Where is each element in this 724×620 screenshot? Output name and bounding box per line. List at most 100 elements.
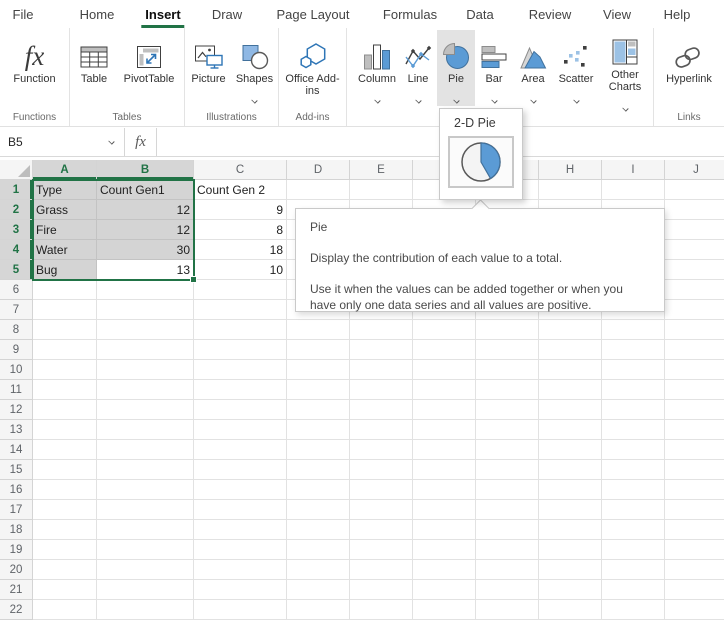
cell-B21[interactable] <box>97 580 194 600</box>
cell-F8[interactable] <box>413 320 476 340</box>
cell-C18[interactable] <box>194 520 287 540</box>
cell-G17[interactable] <box>476 500 539 520</box>
cell-C9[interactable] <box>194 340 287 360</box>
cell-C2[interactable]: 9 <box>194 200 287 220</box>
cell-A4[interactable]: Water <box>33 240 97 260</box>
cell-F16[interactable] <box>413 480 476 500</box>
cell-D9[interactable] <box>287 340 350 360</box>
cell-C19[interactable] <box>194 540 287 560</box>
row-header-18[interactable]: 18 <box>0 520 33 540</box>
row-header-8[interactable]: 8 <box>0 320 33 340</box>
cell-E9[interactable] <box>350 340 413 360</box>
cell-I10[interactable] <box>602 360 665 380</box>
cell-I12[interactable] <box>602 400 665 420</box>
cell-B13[interactable] <box>97 420 194 440</box>
cell-B3[interactable]: 12 <box>97 220 194 240</box>
column-header-C[interactable]: C <box>194 160 287 180</box>
cell-C3[interactable]: 8 <box>194 220 287 240</box>
cell-J13[interactable] <box>665 420 724 440</box>
cell-D19[interactable] <box>287 540 350 560</box>
row-header-11[interactable]: 11 <box>0 380 33 400</box>
cell-D21[interactable] <box>287 580 350 600</box>
cell-C20[interactable] <box>194 560 287 580</box>
column-header-E[interactable]: E <box>350 160 413 180</box>
cell-H9[interactable] <box>539 340 602 360</box>
cell-I18[interactable] <box>602 520 665 540</box>
row-header-6[interactable]: 6 <box>0 280 33 300</box>
cell-E10[interactable] <box>350 360 413 380</box>
cell-E11[interactable] <box>350 380 413 400</box>
cell-G15[interactable] <box>476 460 539 480</box>
2d-pie-option-button[interactable] <box>448 136 514 188</box>
function-button[interactable]: fx Function <box>3 30 67 106</box>
cell-E12[interactable] <box>350 400 413 420</box>
cell-C10[interactable] <box>194 360 287 380</box>
row-header-3[interactable]: 3 <box>0 220 33 240</box>
cell-E18[interactable] <box>350 520 413 540</box>
row-header-17[interactable]: 17 <box>0 500 33 520</box>
cell-E22[interactable] <box>350 600 413 620</box>
cell-D14[interactable] <box>287 440 350 460</box>
cell-G19[interactable] <box>476 540 539 560</box>
cell-F10[interactable] <box>413 360 476 380</box>
cell-J6[interactable] <box>665 280 724 300</box>
menu-tab-page-layout[interactable]: Page Layout <box>276 7 349 22</box>
cell-A9[interactable] <box>33 340 97 360</box>
cell-A11[interactable] <box>33 380 97 400</box>
cell-C16[interactable] <box>194 480 287 500</box>
column-header-D[interactable]: D <box>287 160 350 180</box>
column-header-A[interactable]: A <box>33 160 97 180</box>
cell-E14[interactable] <box>350 440 413 460</box>
cell-C5[interactable]: 10 <box>194 260 287 280</box>
cell-E21[interactable] <box>350 580 413 600</box>
row-header-20[interactable]: 20 <box>0 560 33 580</box>
cell-E19[interactable] <box>350 540 413 560</box>
cell-I8[interactable] <box>602 320 665 340</box>
row-header-15[interactable]: 15 <box>0 460 33 480</box>
cell-I16[interactable] <box>602 480 665 500</box>
menu-tab-data[interactable]: Data <box>466 7 493 22</box>
area-chart-button[interactable]: Area <box>513 30 553 106</box>
cell-B4[interactable]: 30 <box>97 240 194 260</box>
cell-I11[interactable] <box>602 380 665 400</box>
cell-F11[interactable] <box>413 380 476 400</box>
cell-A20[interactable] <box>33 560 97 580</box>
cell-C8[interactable] <box>194 320 287 340</box>
menu-tab-view[interactable]: View <box>603 7 631 22</box>
cell-I15[interactable] <box>602 460 665 480</box>
cell-H11[interactable] <box>539 380 602 400</box>
cell-A3[interactable]: Fire <box>33 220 97 240</box>
row-header-22[interactable]: 22 <box>0 600 33 620</box>
cell-J3[interactable] <box>665 220 724 240</box>
cell-A8[interactable] <box>33 320 97 340</box>
cell-B6[interactable] <box>97 280 194 300</box>
cell-C14[interactable] <box>194 440 287 460</box>
cell-J12[interactable] <box>665 400 724 420</box>
cell-C4[interactable]: 18 <box>194 240 287 260</box>
cell-E17[interactable] <box>350 500 413 520</box>
cell-C21[interactable] <box>194 580 287 600</box>
pivottable-button[interactable]: PivotTable <box>116 30 182 106</box>
office-add-ins-button[interactable]: Office Add-ins <box>283 30 343 106</box>
cell-A18[interactable] <box>33 520 97 540</box>
cell-G11[interactable] <box>476 380 539 400</box>
row-header-2[interactable]: 2 <box>0 200 33 220</box>
row-header-13[interactable]: 13 <box>0 420 33 440</box>
cell-C12[interactable] <box>194 400 287 420</box>
cell-A7[interactable] <box>33 300 97 320</box>
cell-B17[interactable] <box>97 500 194 520</box>
cell-D1[interactable] <box>287 180 350 200</box>
bar-chart-button[interactable]: Bar <box>475 30 513 106</box>
cell-C17[interactable] <box>194 500 287 520</box>
cell-I14[interactable] <box>602 440 665 460</box>
cell-I20[interactable] <box>602 560 665 580</box>
menu-tab-home[interactable]: Home <box>80 7 115 22</box>
cell-E20[interactable] <box>350 560 413 580</box>
cell-H21[interactable] <box>539 580 602 600</box>
cell-J4[interactable] <box>665 240 724 260</box>
cell-D16[interactable] <box>287 480 350 500</box>
cell-G9[interactable] <box>476 340 539 360</box>
cell-B2[interactable]: 12 <box>97 200 194 220</box>
cell-A5[interactable]: Bug <box>33 260 97 280</box>
menu-tab-help[interactable]: Help <box>664 7 691 22</box>
